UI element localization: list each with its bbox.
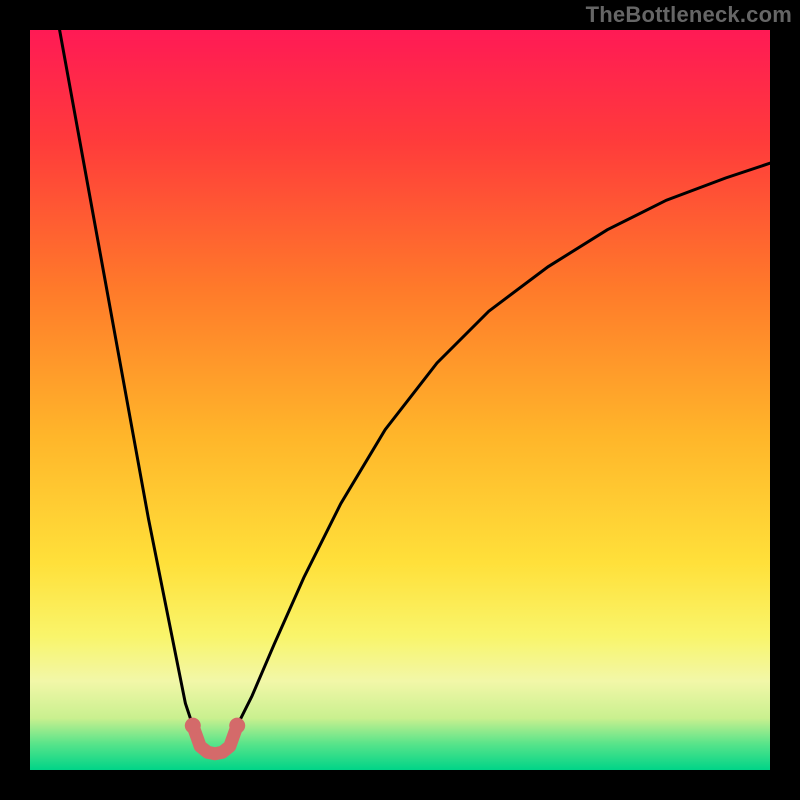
watermark-text: TheBottleneck.com <box>586 2 792 28</box>
plot-area <box>30 30 770 770</box>
gradient-background <box>30 30 770 770</box>
valley-endpoint-dot <box>229 718 245 734</box>
valley-endpoint-dot <box>185 718 201 734</box>
chart-svg <box>30 30 770 770</box>
chart-frame: TheBottleneck.com <box>0 0 800 800</box>
